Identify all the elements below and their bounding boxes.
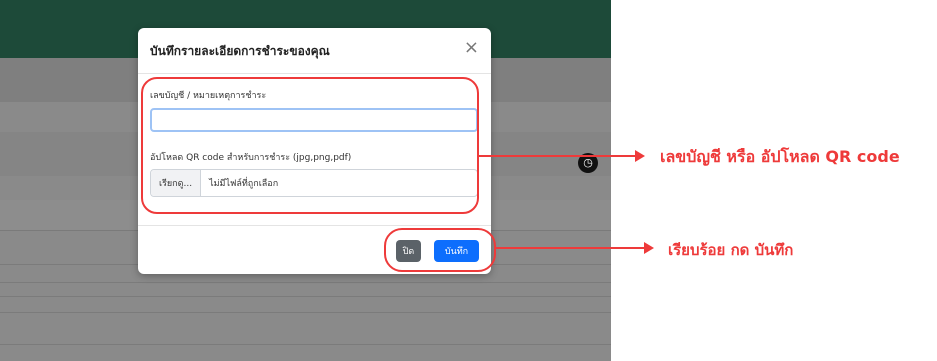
highlight-buttons-ring bbox=[384, 228, 496, 272]
table-row-divider bbox=[0, 296, 611, 297]
highlight-form-ring bbox=[141, 77, 479, 214]
arrow-right-icon bbox=[494, 242, 654, 254]
table-row-divider bbox=[0, 282, 611, 283]
annotation-button-note: เรียบร้อย กด บันทึก bbox=[668, 241, 794, 259]
header-divider bbox=[138, 73, 491, 74]
table-row-divider bbox=[0, 312, 611, 313]
table-row-divider bbox=[0, 344, 611, 345]
annotation-form-note: เลขบัญชี หรือ อัปโหลด QR code bbox=[660, 147, 900, 166]
close-icon[interactable]: × bbox=[464, 37, 479, 58]
footer-divider bbox=[138, 225, 491, 226]
arrow-right-icon bbox=[477, 150, 645, 162]
modal-title: บันทึกรายละเอียดการชำระของคุณ bbox=[150, 44, 330, 58]
